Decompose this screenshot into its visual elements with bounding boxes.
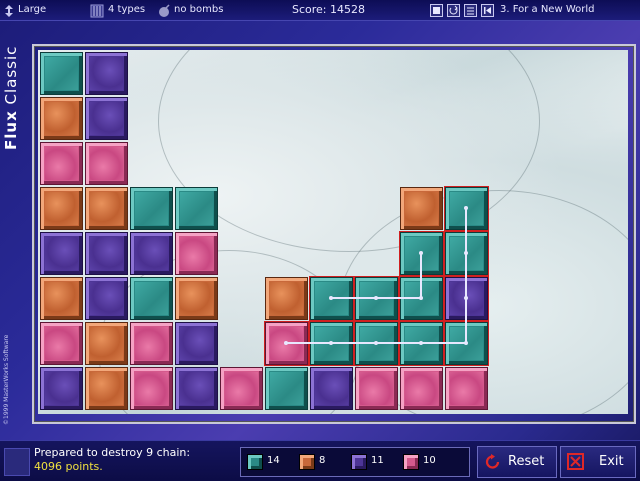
chain-node: [419, 296, 423, 300]
chain-node: [464, 206, 468, 210]
status-icon: [4, 448, 30, 476]
chain-node: [284, 341, 288, 345]
reset-icon: [485, 454, 500, 469]
tile-counts-panel: 14 8 11 10: [240, 447, 470, 477]
count-value: 11: [371, 455, 384, 466]
game-board[interactable]: [38, 50, 628, 414]
chain-node: [464, 296, 468, 300]
bombs-label[interactable]: no bombs: [174, 0, 223, 20]
board-size-label[interactable]: Large: [18, 0, 46, 20]
status-points: 4096 points.: [34, 460, 103, 473]
teal-swatch: [247, 454, 263, 470]
playlist-icon[interactable]: [464, 3, 477, 17]
bomb-icon[interactable]: [157, 3, 171, 17]
copyright-text: ©1999 MasterWorks Software: [3, 334, 10, 425]
close-icon: [567, 453, 584, 470]
chain-node: [329, 341, 333, 345]
chain-node: [329, 296, 333, 300]
chain-node: [419, 341, 423, 345]
track-title[interactable]: 3. For a New World: [500, 0, 594, 20]
pink-swatch: [403, 454, 419, 470]
game-title: Flux Classic: [2, 0, 22, 150]
chain-node: [374, 341, 378, 345]
reset-label: Reset: [508, 454, 545, 469]
types-icon[interactable]: [90, 3, 104, 18]
exit-button[interactable]: Exit: [560, 446, 636, 478]
chain-path: [284, 206, 468, 345]
score-display: Score: 14528: [292, 3, 366, 16]
stop-icon[interactable]: [430, 3, 443, 17]
previous-track-icon[interactable]: [481, 3, 494, 17]
reset-button[interactable]: Reset: [477, 446, 557, 478]
repeat-icon[interactable]: [447, 3, 460, 17]
count-value: 10: [423, 455, 436, 466]
orange-swatch: [299, 454, 315, 470]
title-bold: Flux: [2, 110, 20, 150]
types-label[interactable]: 4 types: [108, 0, 145, 20]
top-bar: Large 4 types no bombs Score: 14528 3. F…: [0, 0, 640, 21]
chain-node: [464, 251, 468, 255]
count-value: 14: [267, 455, 280, 466]
chain-node: [464, 341, 468, 345]
count-value: 8: [319, 455, 326, 466]
status-message: Prepared to destroy 9 chain:: [34, 446, 191, 459]
purple-swatch: [351, 454, 367, 470]
title-rest: Classic: [2, 45, 20, 111]
chain-node: [374, 296, 378, 300]
exit-label: Exit: [599, 454, 624, 469]
chain-node: [419, 251, 423, 255]
